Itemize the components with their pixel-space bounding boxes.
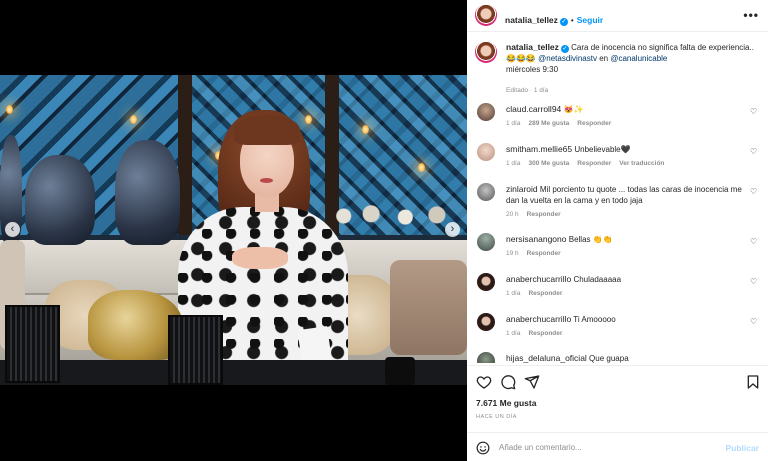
- post-media-pane: ‹ ›: [0, 0, 467, 461]
- commenter-avatar[interactable]: [477, 183, 495, 201]
- publish-button[interactable]: Publicar: [725, 443, 759, 453]
- post-actions-bar: [467, 365, 768, 393]
- caption-mention-link[interactable]: @netasdivinastv: [538, 54, 597, 63]
- post-date: HACE UN DÍA: [476, 414, 517, 420]
- comment-time: 1 día: [506, 160, 521, 167]
- heart-icon[interactable]: ♡: [750, 107, 759, 116]
- caption-username[interactable]: natalia_tellez: [506, 42, 559, 52]
- verified-badge-icon: ✓: [560, 45, 569, 53]
- commenter-username[interactable]: nersisanangono: [506, 234, 567, 244]
- bookmark-icon[interactable]: [745, 374, 761, 390]
- emoji-icon[interactable]: [476, 441, 490, 455]
- commenter-avatar[interactable]: [477, 103, 495, 121]
- comment-time: 1 día: [506, 330, 521, 337]
- commenter-username[interactable]: claud.carroll94: [506, 104, 561, 114]
- likes-count[interactable]: 7.671 Me gusta: [476, 398, 536, 408]
- heart-icon[interactable]: [476, 374, 492, 390]
- commenter-avatar[interactable]: [477, 352, 495, 363]
- comment-time: 20 h: [506, 211, 519, 218]
- comment-text: Unbelievable🖤: [574, 145, 631, 154]
- heart-icon[interactable]: ♡: [750, 187, 759, 196]
- verified-badge-icon: ✓: [559, 18, 568, 26]
- heart-icon[interactable]: ♡: [750, 277, 759, 286]
- comment-likes[interactable]: 289 Me gusta: [528, 120, 569, 127]
- commenter-avatar[interactable]: [477, 233, 495, 251]
- see-translation-button[interactable]: Ver traducción: [619, 160, 664, 167]
- reply-button[interactable]: Responder: [527, 250, 561, 257]
- commenter-avatar[interactable]: [477, 273, 495, 291]
- caption-avatar[interactable]: [475, 41, 497, 63]
- commenter-username[interactable]: zinlaroid: [506, 184, 538, 194]
- share-icon[interactable]: [524, 374, 540, 390]
- author-username[interactable]: natalia_tellez: [505, 15, 558, 25]
- previous-image-button[interactable]: ‹: [5, 222, 20, 237]
- add-comment-bar: Publicar: [467, 432, 768, 461]
- follow-button[interactable]: Seguir: [577, 15, 603, 25]
- reply-button[interactable]: Responder: [577, 120, 611, 127]
- commenter-username[interactable]: anaberchucarrillo: [506, 274, 571, 284]
- comments-list[interactable]: natalia_tellez ✓ Cara de inocencia no sig…: [467, 33, 768, 363]
- reply-button[interactable]: Responder: [528, 330, 562, 337]
- comment-text: Mil porciento tu quote ... todas las car…: [506, 185, 742, 205]
- commenter-username[interactable]: anaberchucarrillo: [506, 314, 571, 324]
- reply-button[interactable]: Responder: [527, 211, 561, 218]
- comment-text: Ti Amooooo: [573, 315, 616, 324]
- caption-mention-link[interactable]: @canalunicable: [610, 54, 667, 63]
- comment-text: Chuladaaaaa: [573, 275, 622, 284]
- post-header: natalia_tellez ✓ • Seguir •••: [467, 0, 768, 32]
- next-image-button[interactable]: ›: [445, 222, 460, 237]
- post-photo[interactable]: [0, 75, 467, 385]
- commenter-avatar[interactable]: [477, 313, 495, 331]
- commenter-username[interactable]: hijas_delaluna_oficial: [506, 353, 587, 363]
- heart-icon[interactable]: ♡: [750, 317, 759, 326]
- comment-icon[interactable]: [500, 374, 516, 390]
- heart-icon[interactable]: ♡: [750, 237, 759, 246]
- commenter-avatar[interactable]: [477, 143, 495, 161]
- comment-time: 1 día: [506, 290, 521, 297]
- heart-icon[interactable]: ♡: [750, 147, 759, 156]
- commenter-username[interactable]: smitham.mellie65: [506, 144, 572, 154]
- author-avatar[interactable]: [475, 4, 497, 26]
- comment-likes[interactable]: 300 Me gusta: [528, 160, 569, 167]
- edited-label: Editado · 1 día: [506, 87, 549, 94]
- comment-time: 19 h: [506, 250, 519, 257]
- comment-text: 😻✨: [563, 105, 584, 114]
- reply-button[interactable]: Responder: [577, 160, 611, 167]
- instagram-post-modal: ‹ › natalia_tellez ✓ • Seguir ••• natalia_t…: [0, 0, 768, 461]
- more-options-icon[interactable]: •••: [743, 8, 759, 22]
- post-side-panel: natalia_tellez ✓ • Seguir ••• natalia_telle…: [467, 0, 768, 461]
- comment-input[interactable]: [499, 440, 699, 455]
- comment-text: Bellas 👏👏: [568, 235, 613, 244]
- comment-text: Que guapa: [589, 354, 629, 363]
- comment-time: 1 día: [506, 120, 521, 127]
- reply-button[interactable]: Responder: [528, 290, 562, 297]
